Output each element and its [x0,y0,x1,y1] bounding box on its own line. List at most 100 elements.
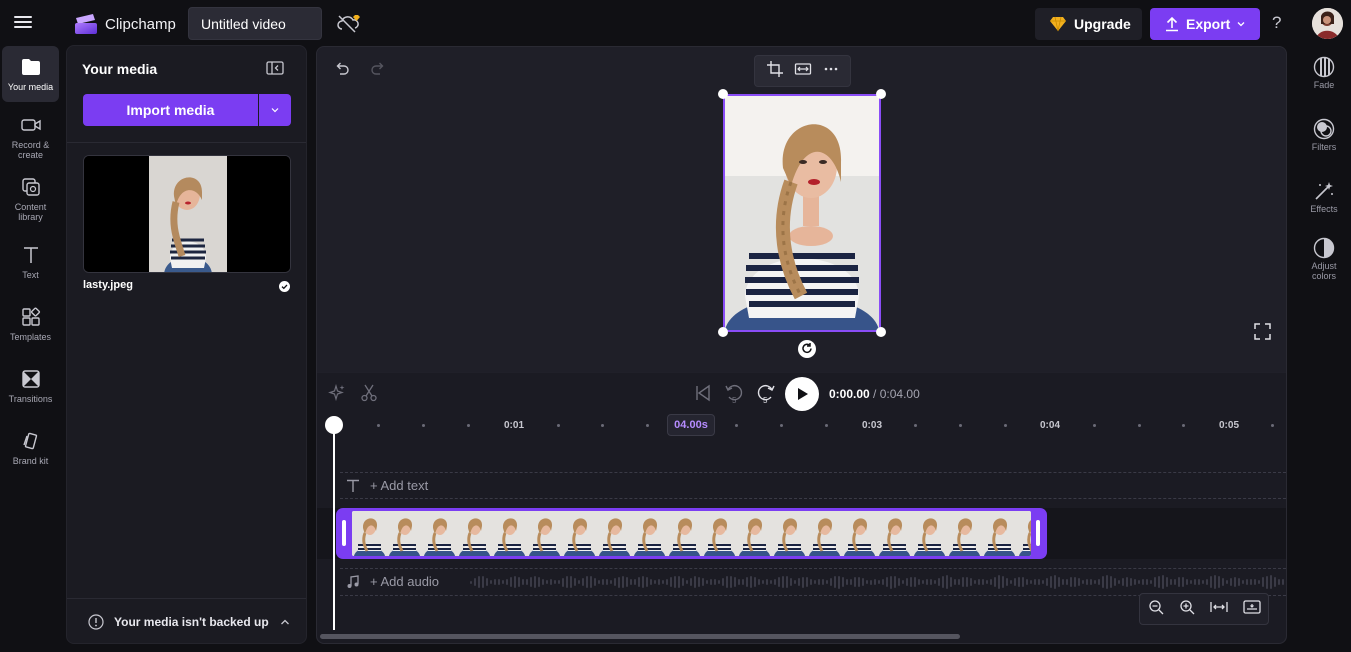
rail-item-record-create[interactable]: Record & create [2,104,59,160]
fullscreen-icon[interactable] [1254,323,1271,340]
waveform-bar [754,577,756,587]
waveform-bar [698,576,700,588]
waveform-bar [686,580,688,584]
menu-icon[interactable] [14,13,38,33]
export-button[interactable]: Export [1150,8,1260,40]
rewind-5-icon[interactable]: 5 [724,382,744,405]
resize-handle[interactable] [876,327,886,337]
zoom-in-icon[interactable] [1179,599,1195,620]
waveform-bar [1218,575,1220,589]
clip-frame [702,511,737,556]
timeline-scrollbar[interactable] [320,634,960,639]
cloud-off-premium-icon[interactable] [336,13,362,35]
waveform-bar [534,576,536,588]
forward-5-icon[interactable]: 5 [756,382,776,405]
right-rail-effects[interactable]: Effects [1303,180,1345,214]
crop-icon[interactable] [766,60,784,83]
rail-item-your-media[interactable]: Your media [2,46,59,102]
waveform-bar [770,579,772,585]
library-icon [20,176,42,198]
current-time: 0:00.00 [829,387,870,401]
waveform-bar [910,576,912,588]
upgrade-button[interactable]: Upgrade [1035,8,1142,40]
collapse-panel-icon[interactable] [266,60,284,76]
more-options-icon[interactable] [823,61,839,82]
waveform-bar [1186,578,1188,586]
skip-to-start-icon[interactable] [694,384,712,402]
rotate-icon[interactable] [797,339,817,359]
waveform-bar [1150,579,1152,585]
resize-handle[interactable] [718,327,728,337]
waveform-bar [1054,575,1056,589]
fade-icon [1313,56,1335,78]
waveform-bar [1074,577,1076,587]
rail-item-content-library[interactable]: Content library [2,166,59,222]
media-thumbnail[interactable] [83,155,291,273]
waveform-bar [1210,576,1212,588]
waveform-bar [1086,579,1088,585]
waveform-bar [1070,577,1072,587]
add-audio-track[interactable]: + Add audio [346,574,439,589]
waveform-bar [894,575,896,589]
clip-trim-handle-right[interactable] [1036,520,1040,546]
rail-item-transitions[interactable]: Transitions [2,358,59,414]
right-rail-fade[interactable]: Fade [1303,56,1345,90]
right-rail-filters[interactable]: Filters [1303,118,1345,152]
waveform-bar [1158,575,1160,589]
track-divider [340,498,1286,499]
upgrade-label: Upgrade [1074,16,1131,32]
waveform-bar [626,576,628,588]
rail-item-text[interactable]: Text [2,234,59,290]
audio-waveform-placeholder [470,574,1286,590]
resize-handle[interactable] [718,89,728,99]
clip-trim-handle-left[interactable] [342,520,346,546]
adjust-colors-icon [1313,237,1335,259]
import-media-button[interactable]: Import media [83,94,258,126]
help-icon[interactable]: ? [1272,13,1281,33]
playhead[interactable] [333,428,335,630]
waveform-bar [1042,579,1044,585]
waveform-bar [750,576,752,588]
right-rail-adjust-colors[interactable]: Adjust colors [1303,237,1345,281]
project-title-input[interactable]: Untitled video [188,7,322,40]
track-divider [340,472,1286,473]
clipchamp-logo-icon [73,12,99,36]
waveform-bar [614,578,616,586]
video-preview-frame[interactable] [723,94,881,332]
playhead-handle[interactable] [325,416,343,434]
right-rail-label: Adjust colors [1311,261,1337,281]
waveform-bar [594,578,596,586]
add-text-track[interactable]: + Add text [346,478,428,493]
resize-handle[interactable] [876,89,886,99]
waveform-bar [1114,577,1116,587]
waveform-bar [710,579,712,585]
import-options-button[interactable] [259,94,291,126]
waveform-bar [838,575,840,589]
magic-sparkle-icon[interactable] [328,383,346,402]
waveform-bar [786,575,788,589]
rail-item-brand-kit[interactable]: Brand kit [2,420,59,476]
backup-warning[interactable]: Your media isn't backed up [88,614,291,630]
undo-icon[interactable] [333,60,351,78]
zoom-out-icon[interactable] [1148,599,1164,620]
waveform-bar [818,579,820,585]
redo-icon[interactable] [369,60,387,78]
waveform-bar [562,577,564,587]
chevron-up-icon [280,619,289,625]
waveform-bar [834,576,836,588]
waveform-bar [826,580,828,584]
right-rail-label: Effects [1310,204,1338,214]
waveform-bar [822,579,824,585]
scissors-icon[interactable] [360,384,378,402]
ruler-tick [557,424,560,427]
waveform-bar [950,576,952,588]
fit-timeline-icon[interactable] [1209,599,1228,620]
ruler-tick [601,424,604,427]
avatar[interactable] [1312,8,1343,39]
fit-icon[interactable] [794,60,812,83]
video-clip[interactable] [336,508,1047,559]
caption-view-icon[interactable] [1242,599,1261,620]
canvas-toolbar [754,55,851,87]
rail-item-templates[interactable]: Templates [2,296,59,352]
play-button[interactable] [785,377,819,411]
